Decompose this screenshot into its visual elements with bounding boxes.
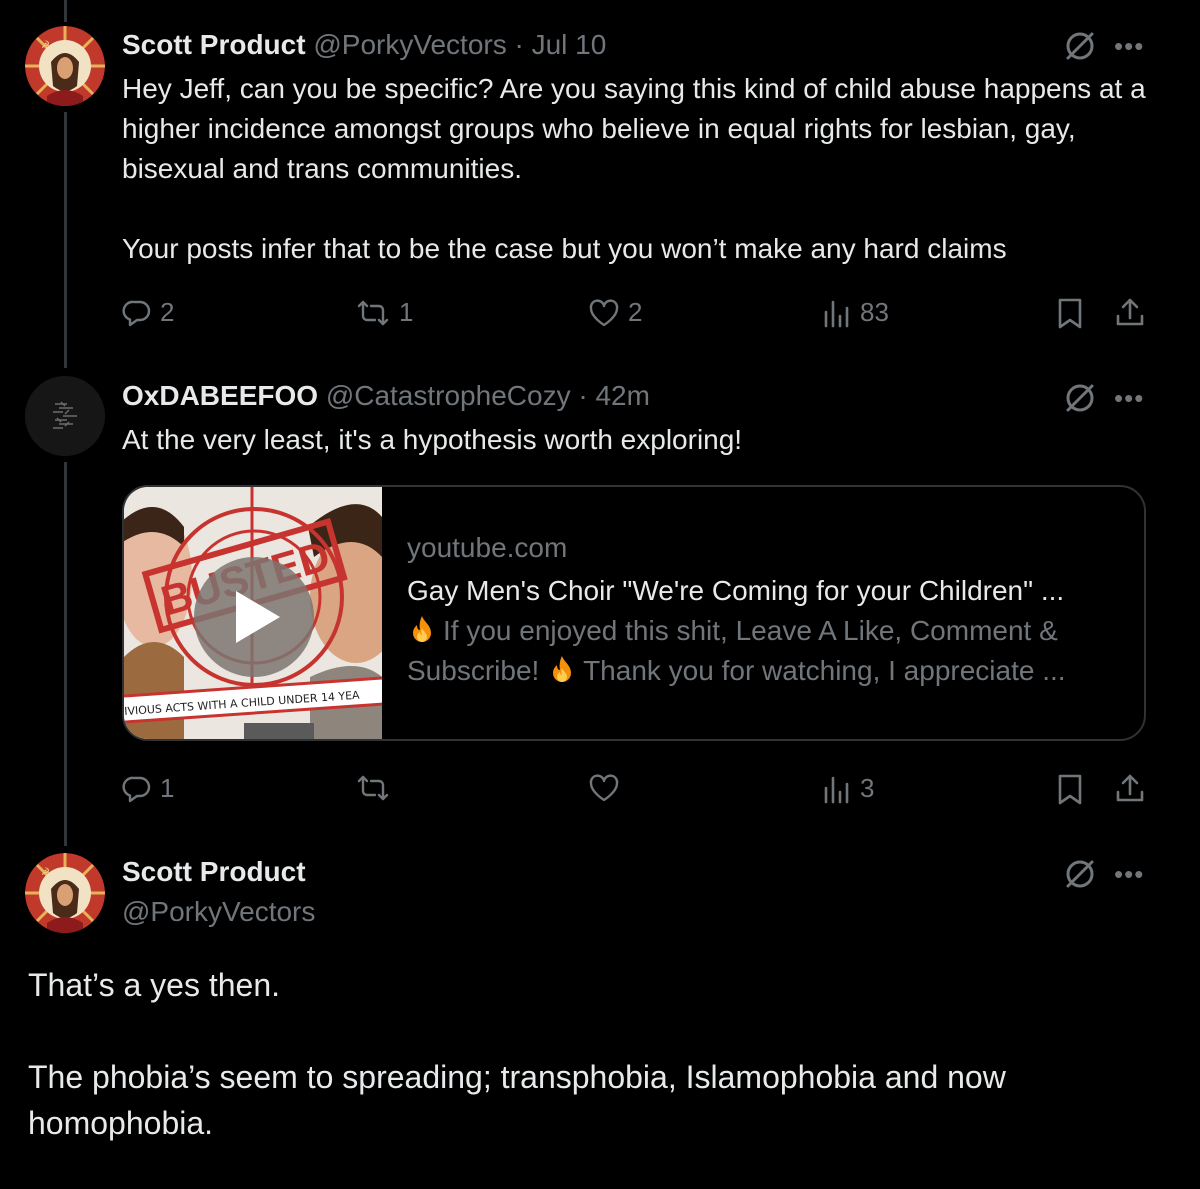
- display-name[interactable]: OxDABEEFOO: [122, 380, 318, 411]
- views-icon: [824, 300, 849, 327]
- thread-line: [64, 462, 67, 846]
- reply-button[interactable]: 2: [122, 297, 174, 328]
- repost-count: 1: [399, 297, 414, 327]
- reply-icon: [122, 300, 151, 326]
- share-button[interactable]: [1114, 772, 1146, 804]
- avatar[interactable]: ☭: [25, 26, 105, 106]
- bookmark-icon: [1058, 298, 1082, 329]
- reply-count: 1: [160, 773, 175, 803]
- reply-icon: [122, 776, 151, 802]
- card-text: youtube.com Gay Men's Choir "We're Comin…: [407, 531, 1142, 691]
- grok-icon[interactable]: [1062, 856, 1098, 892]
- avatar[interactable]: ☭: [25, 853, 105, 933]
- card-title: Gay Men's Choir "We're Coming for your C…: [407, 575, 1065, 606]
- repost-button[interactable]: [355, 773, 399, 803]
- share-icon: [1116, 774, 1144, 802]
- display-name[interactable]: Scott Product: [122, 29, 306, 60]
- more-icon[interactable]: •••: [1114, 861, 1144, 887]
- timestamp[interactable]: · 42m: [578, 380, 650, 411]
- main-tweet-text: That’s a yes then. The phobia’s seem to …: [28, 967, 1006, 1141]
- share-button[interactable]: [1114, 296, 1146, 328]
- user-handle[interactable]: @PorkyVectors: [313, 29, 506, 60]
- link-card[interactable]: BUSTED IVIOUS ACTS WITH A CHILD UNDER 14…: [122, 485, 1146, 741]
- fire-emoji-icon: [547, 654, 577, 684]
- more-icon[interactable]: •••: [1114, 385, 1144, 411]
- views-count: 83: [860, 297, 889, 327]
- like-count: 2: [628, 297, 643, 327]
- display-name[interactable]: Scott Product: [122, 855, 306, 889]
- repost-icon: [357, 775, 389, 801]
- user-handle[interactable]: @PorkyVectors: [122, 895, 315, 929]
- bookmark-icon: [1058, 774, 1082, 805]
- tweet-text: Hey Jeff, can you be specific? Are you s…: [122, 73, 1146, 264]
- tweet-header: Scott Product @PorkyVectors · Jul 10: [122, 28, 606, 62]
- svg-text:☭: ☭: [41, 40, 50, 51]
- card-description-part1: If you enjoyed this shit, Leave A Like, …: [443, 615, 1058, 646]
- reply-button[interactable]: 1: [122, 773, 174, 804]
- card-domain: youtube.com: [407, 532, 568, 563]
- reply-count: 2: [160, 297, 175, 327]
- share-icon: [1116, 298, 1144, 326]
- user-handle[interactable]: @CatastropheCozy: [326, 380, 571, 411]
- bookmark-button[interactable]: [1056, 773, 1084, 805]
- svg-text:☭: ☭: [41, 867, 50, 878]
- views-icon: [824, 776, 849, 803]
- tweet-text: At the very least, it's a hypothesis wor…: [122, 424, 743, 455]
- views-button[interactable]: 83: [822, 297, 889, 328]
- grok-icon[interactable]: [1062, 28, 1098, 64]
- thread-line: [64, 0, 67, 22]
- bookmark-button[interactable]: [1056, 297, 1084, 329]
- card-description-part2: Subscribe!: [407, 655, 540, 686]
- card-description: If you enjoyed this shit, Leave A Like, …: [407, 611, 1142, 691]
- fire-emoji-icon: [407, 614, 437, 644]
- like-button[interactable]: [588, 773, 628, 803]
- tweet-header: OxDABEEFOO @CatastropheCozy · 42m: [122, 379, 650, 413]
- like-icon: [589, 298, 619, 326]
- repost-icon: [357, 300, 389, 325]
- views-count: 3: [860, 773, 875, 803]
- avatar[interactable]: [25, 376, 105, 456]
- like-icon: [589, 774, 619, 802]
- more-icon[interactable]: •••: [1114, 33, 1144, 59]
- views-button[interactable]: 3: [822, 773, 874, 804]
- like-button[interactable]: 2: [588, 297, 642, 328]
- repost-button[interactable]: 1: [355, 297, 413, 328]
- timestamp[interactable]: · Jul 10: [515, 29, 607, 60]
- video-thumbnail[interactable]: BUSTED IVIOUS ACTS WITH A CHILD UNDER 14…: [124, 487, 382, 739]
- card-description-part3: Thank you for watching, I appreciate ...: [583, 655, 1066, 686]
- thread-line: [64, 112, 67, 368]
- grok-icon[interactable]: [1062, 380, 1098, 416]
